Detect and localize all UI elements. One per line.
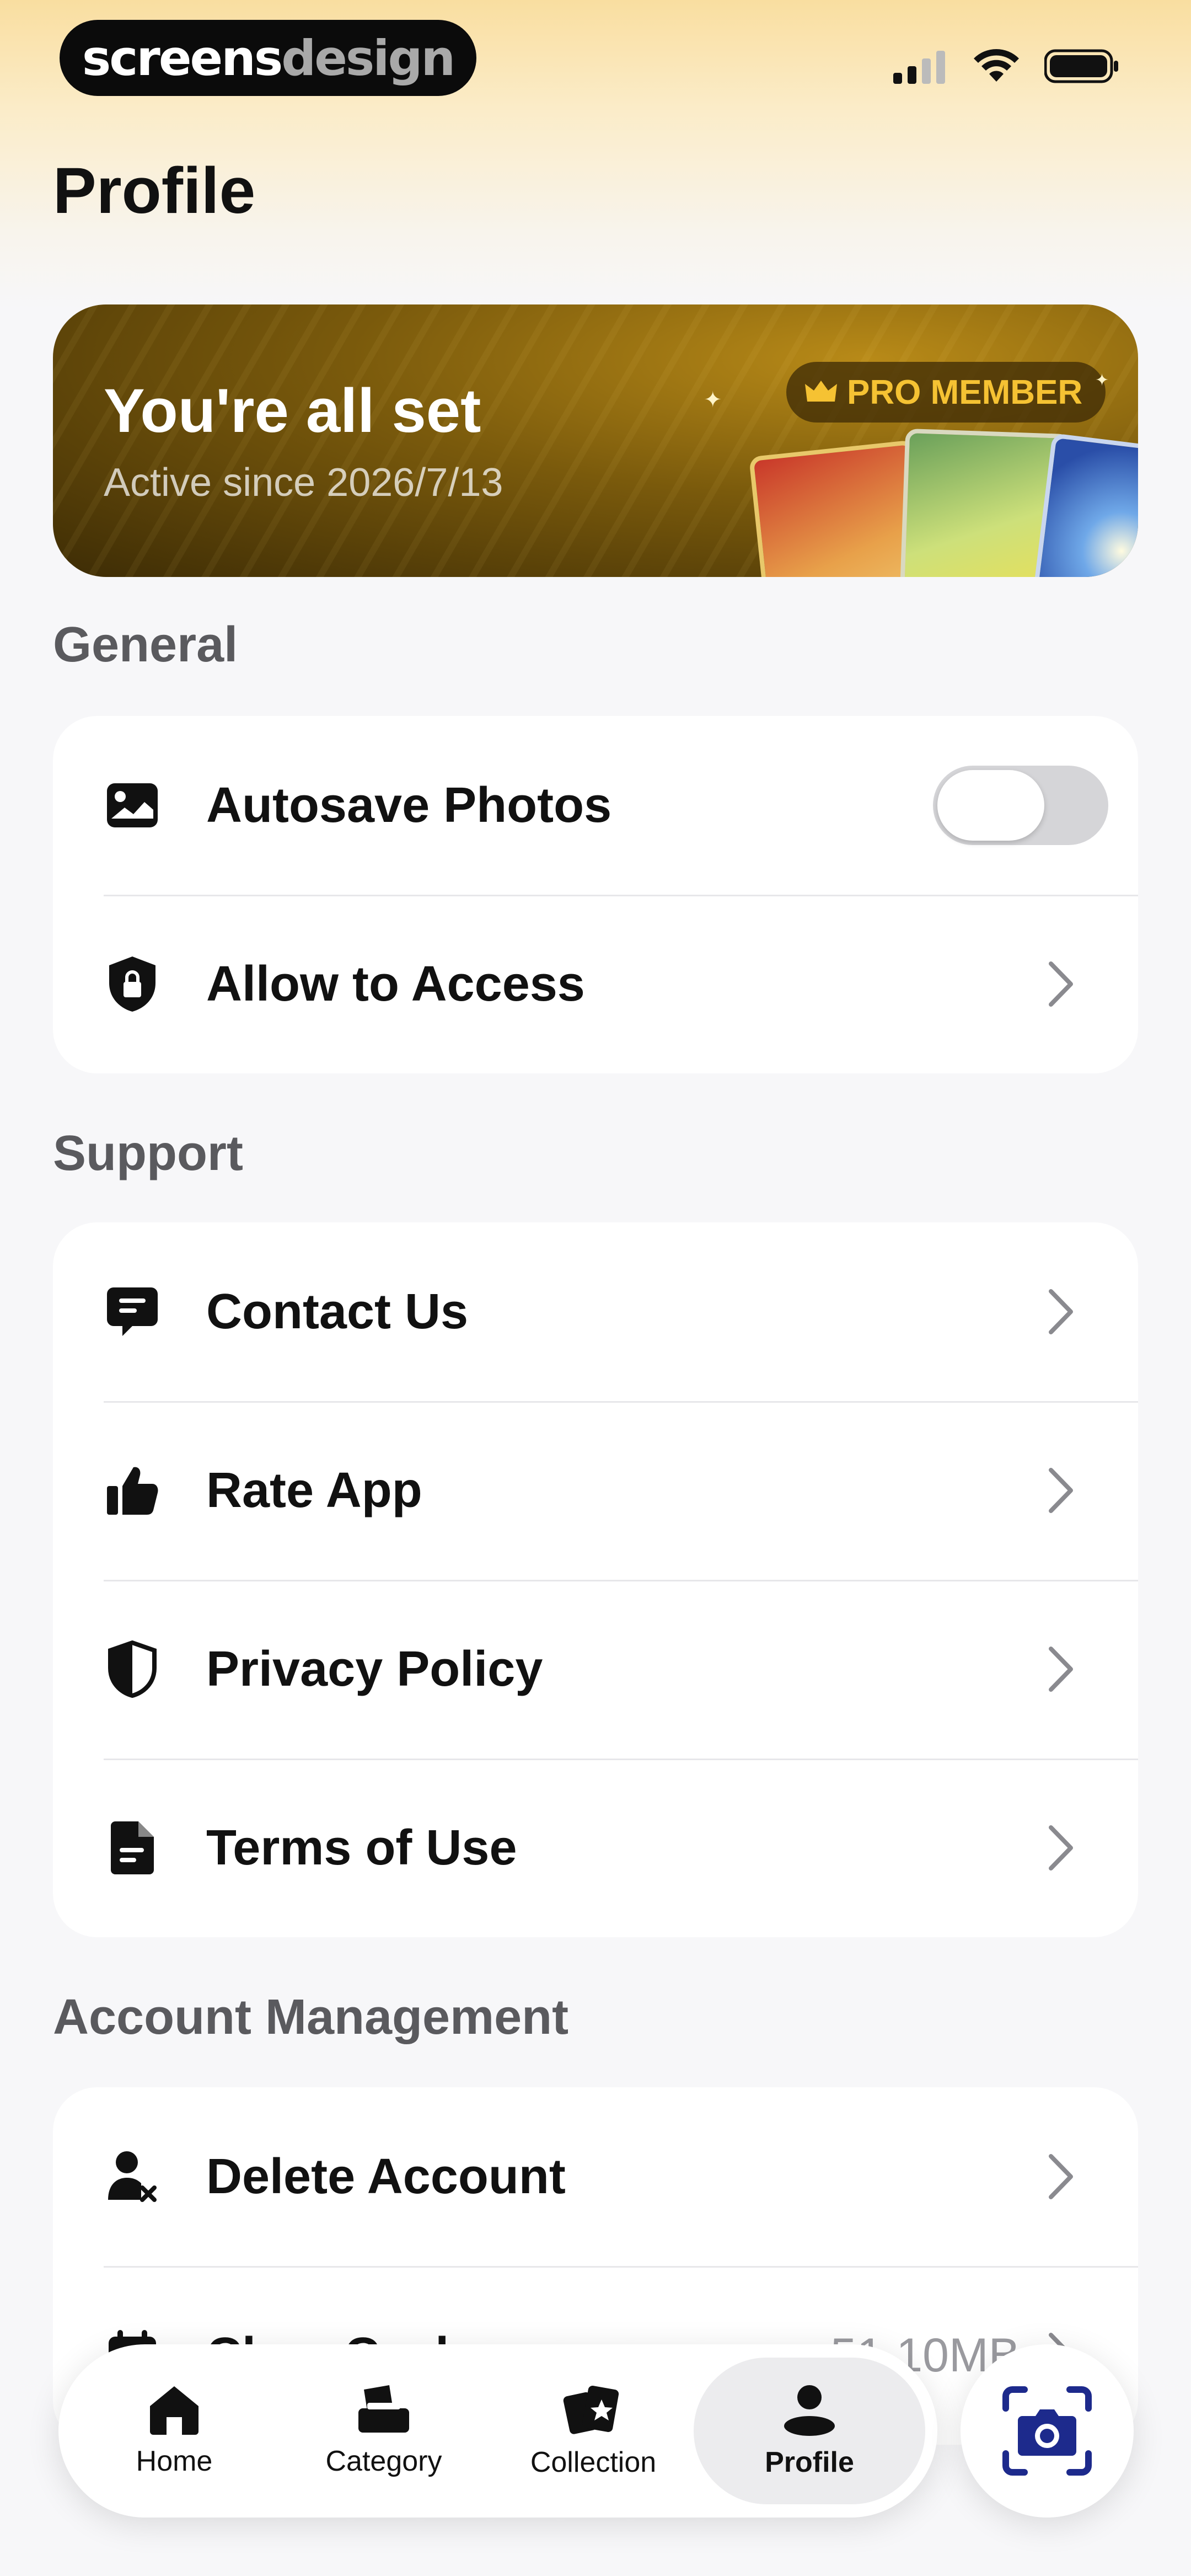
user-remove-icon xyxy=(104,2148,161,2205)
terms-of-use-label: Terms of Use xyxy=(206,1820,517,1875)
delete-account-label: Delete Account xyxy=(206,2149,566,2204)
thumbs-up-icon xyxy=(104,1462,161,1519)
section-label-account-management: Account Management xyxy=(53,1990,569,2045)
banner-subtitle: Active since 2026/7/13 xyxy=(104,461,503,505)
banner-title: You're all set xyxy=(104,376,481,445)
camera-scan-button[interactable] xyxy=(961,2344,1134,2518)
battery-icon xyxy=(1044,49,1118,83)
privacy-policy-label: Privacy Policy xyxy=(206,1641,543,1697)
delete-account-row[interactable]: Delete Account xyxy=(53,2087,1138,2266)
chevron-right-icon xyxy=(1049,1289,1073,1334)
cards-star-icon xyxy=(563,2385,619,2434)
tab-category-label: Category xyxy=(325,2445,442,2477)
camera-scan-icon xyxy=(1002,2386,1092,2476)
toggle-knob xyxy=(937,770,1044,841)
trading-cards-illustration xyxy=(693,415,1138,577)
general-group: Autosave Photos Allow to Access xyxy=(53,716,1138,1073)
tab-profile[interactable]: Profile xyxy=(694,2358,925,2504)
autosave-photos-row: Autosave Photos xyxy=(53,716,1138,895)
tab-home-label: Home xyxy=(136,2445,213,2477)
cellular-signal-icon xyxy=(893,51,945,84)
chevron-right-icon xyxy=(1049,2154,1073,2199)
chevron-right-icon xyxy=(1049,1825,1073,1870)
contact-us-label: Contact Us xyxy=(206,1284,469,1339)
chevron-right-icon xyxy=(1049,1468,1073,1513)
document-icon xyxy=(104,1819,161,1877)
pro-badge-label: PRO MEMBER xyxy=(847,373,1083,411)
section-label-support: Support xyxy=(53,1126,243,1181)
photo-icon xyxy=(104,777,161,834)
pro-member-badge: PRO MEMBER xyxy=(786,362,1106,423)
status-icons xyxy=(893,49,1119,84)
tab-collection[interactable]: Collection xyxy=(489,2358,698,2504)
bottom-tab-bar: Home Category Collection Profile xyxy=(58,2344,937,2518)
category-icon xyxy=(358,2385,409,2433)
wifi-icon xyxy=(974,49,1019,82)
tab-home[interactable]: Home xyxy=(69,2358,279,2504)
section-label-general: General xyxy=(53,617,238,672)
chat-bubble-icon xyxy=(104,1283,161,1340)
contact-us-row[interactable]: Contact Us xyxy=(53,1222,1138,1401)
status-bar: screens design xyxy=(0,0,1191,127)
terms-of-use-row[interactable]: Terms of Use xyxy=(53,1759,1138,1937)
pro-member-banner[interactable]: You're all set Active since 2026/7/13 PR… xyxy=(53,304,1138,577)
crown-icon xyxy=(805,381,837,402)
allow-to-access-label: Allow to Access xyxy=(206,956,585,1012)
autosave-photos-label: Autosave Photos xyxy=(206,777,612,833)
shield-icon xyxy=(104,1640,161,1698)
rate-app-row[interactable]: Rate App xyxy=(53,1401,1138,1580)
support-group: Contact Us Rate App Privacy Policy Terms… xyxy=(53,1222,1138,1937)
tab-category[interactable]: Category xyxy=(279,2358,489,2504)
home-icon xyxy=(150,2386,198,2435)
sparkle-icon: ✦ xyxy=(1095,371,1109,389)
brand-logo: screens design xyxy=(60,20,476,96)
brand-text-part1: screens xyxy=(82,29,283,87)
tab-profile-label: Profile xyxy=(765,2446,854,2478)
chevron-right-icon xyxy=(1049,1647,1073,1692)
page-title: Profile xyxy=(53,154,256,227)
autosave-photos-toggle[interactable] xyxy=(933,766,1108,845)
person-icon xyxy=(784,2385,835,2436)
rate-app-label: Rate App xyxy=(206,1462,422,1518)
privacy-policy-row[interactable]: Privacy Policy xyxy=(53,1580,1138,1759)
chevron-right-icon xyxy=(1049,961,1073,1007)
allow-to-access-row[interactable]: Allow to Access xyxy=(53,895,1138,1073)
brand-text-part2: design xyxy=(281,29,455,87)
sparkle-icon: ✦ xyxy=(704,388,722,412)
lock-shield-icon xyxy=(104,955,161,1013)
tab-collection-label: Collection xyxy=(530,2446,657,2478)
